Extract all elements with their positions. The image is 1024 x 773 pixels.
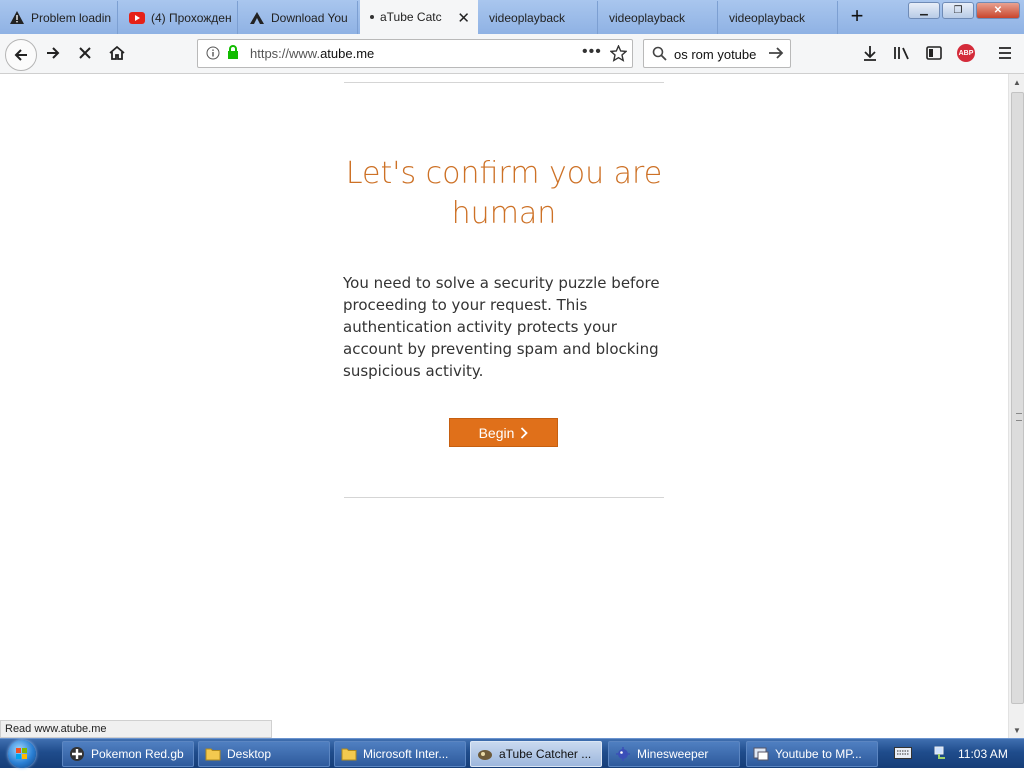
tab-atube-catcher[interactable]: aTube Catche ✕ <box>360 0 478 34</box>
page-actions-icon[interactable]: ••• <box>582 43 602 61</box>
minimize-button[interactable]: ▁ <box>908 2 940 19</box>
converter-icon <box>753 746 769 762</box>
info-icon[interactable] <box>206 46 220 65</box>
url-text[interactable]: https://www.atube.me <box>250 46 374 61</box>
window-controls: ▁ ❐ ✕ <box>908 2 1020 19</box>
hamburger-menu-icon <box>999 47 1011 59</box>
tab-videoplayback[interactable]: videoplayback <box>600 1 718 34</box>
taskbar-item-atube-catcher[interactable]: aTube Catcher ... <box>470 741 602 767</box>
network-icon[interactable] <box>932 745 948 764</box>
warning-icon <box>9 10 25 26</box>
stop-x-icon <box>79 47 91 59</box>
status-bar: Read www.atube.me <box>0 720 272 738</box>
scroll-thumb[interactable] <box>1011 92 1024 704</box>
library-icon <box>894 47 909 60</box>
chevron-right-icon <box>521 426 529 439</box>
scroll-grip <box>1016 413 1022 421</box>
taskbar-item-pokemon[interactable]: Pokemon Red.gb <box>62 741 194 767</box>
menu-button[interactable] <box>991 39 1019 67</box>
gameboy-icon <box>69 746 85 762</box>
forward-arrow-icon <box>47 47 60 59</box>
new-tab-button[interactable]: + <box>844 4 870 30</box>
page-content: Let's confirm you are human You need to … <box>0 74 1008 720</box>
stop-button[interactable] <box>71 39 99 67</box>
taskbar-label: Youtube to MP... <box>775 747 862 761</box>
address-bar[interactable]: https://www.atube.me ••• <box>197 39 633 68</box>
sidebar-button[interactable] <box>920 39 948 67</box>
security-message: You need to solve a security puzzle befo… <box>343 274 660 380</box>
taskbar-label: Minesweeper <box>637 747 709 761</box>
search-go-arrow-icon[interactable] <box>768 46 784 65</box>
home-button[interactable] <box>103 39 131 67</box>
tab-label: aTube Catche <box>380 10 442 24</box>
tab-videoplayback[interactable]: videoplayback <box>720 1 838 34</box>
tab-problem-loading[interactable]: Problem loadin <box>0 1 118 34</box>
taskbar-item-desktop[interactable]: Desktop <box>198 741 330 767</box>
tab-label: videoplayback <box>489 10 566 25</box>
search-icon <box>652 46 667 66</box>
taskbar-label: aTube Catcher ... <box>499 747 592 761</box>
system-tray: 11:03 AM <box>890 741 1024 767</box>
atube-icon <box>477 746 493 762</box>
navigation-toolbar: https://www.atube.me ••• os rom yotube A… <box>0 34 1024 74</box>
bottom-divider <box>344 497 664 498</box>
url-prefix: https://www. <box>250 46 321 61</box>
library-button[interactable] <box>888 39 916 67</box>
minesweeper-icon <box>615 746 631 762</box>
vertical-scrollbar[interactable]: ▲ ▼ <box>1008 74 1024 738</box>
tab-label: (4) Прохожден <box>151 10 231 25</box>
taskbar-item-microsoft-internet[interactable]: Microsoft Inter... <box>334 741 466 767</box>
taskbar-label: Pokemon Red.gb <box>91 747 184 761</box>
search-input[interactable]: os rom yotube <box>674 47 756 62</box>
url-host: atube.me <box>320 46 375 61</box>
tab-label: Problem loadin <box>31 10 111 25</box>
downloads-button[interactable] <box>856 39 884 67</box>
folder-icon <box>341 746 357 762</box>
sidebar-icon <box>926 46 942 60</box>
tab-download-youtube[interactable]: Download You <box>240 1 358 34</box>
bookmark-star-icon[interactable] <box>609 44 628 67</box>
forward-button[interactable] <box>39 39 67 67</box>
page-title: Let's confirm you are human <box>345 156 663 231</box>
scroll-down-arrow-icon[interactable]: ▼ <box>1009 722 1024 738</box>
tab-label: videoplayback <box>729 10 806 25</box>
windows-taskbar: Pokemon Red.gb Desktop Microsoft Inter..… <box>0 738 1024 768</box>
begin-button-label: Begin <box>478 424 515 441</box>
youtube-icon <box>129 10 145 26</box>
tab-label: Download You <box>271 10 348 25</box>
taskbar-item-minesweeper[interactable]: Minesweeper <box>608 741 740 767</box>
folder-icon <box>205 746 221 762</box>
tab-strip: Problem loadin (4) Прохожден Download Yo… <box>0 0 1024 34</box>
home-icon <box>109 45 125 60</box>
restore-button[interactable]: ❐ <box>942 2 974 19</box>
start-button[interactable] <box>8 740 36 768</box>
taskbar-label: Microsoft Inter... <box>363 747 449 761</box>
scroll-up-arrow-icon[interactable]: ▲ <box>1009 74 1024 90</box>
tab-youtube[interactable]: (4) Прохожден <box>120 1 238 34</box>
clock-time[interactable]: 11:03 AM <box>958 747 1008 761</box>
lock-icon[interactable] <box>226 45 240 65</box>
adblock-plus-icon: ABP <box>957 44 975 62</box>
tab-videoplayback[interactable]: videoplayback <box>480 1 598 34</box>
download-arrow-icon <box>864 46 876 61</box>
back-button[interactable] <box>5 39 37 71</box>
tab-label: videoplayback <box>609 10 686 25</box>
taskbar-item-youtube-to-mp3[interactable]: Youtube to MP... <box>746 741 878 767</box>
search-box[interactable]: os rom yotube <box>643 39 791 68</box>
keyboard-icon[interactable] <box>894 746 912 762</box>
windows-logo-icon <box>16 748 27 759</box>
begin-button[interactable]: Begin <box>449 418 558 447</box>
close-tab-icon[interactable]: ✕ <box>457 9 470 27</box>
loading-dot-icon <box>370 15 374 19</box>
close-window-button[interactable]: ✕ <box>976 2 1020 19</box>
back-arrow-icon <box>14 49 27 61</box>
top-divider <box>344 82 664 83</box>
triangle-logo-icon <box>249 10 265 26</box>
adblock-plus-button[interactable]: ABP <box>952 39 980 67</box>
taskbar-label: Desktop <box>227 747 272 761</box>
